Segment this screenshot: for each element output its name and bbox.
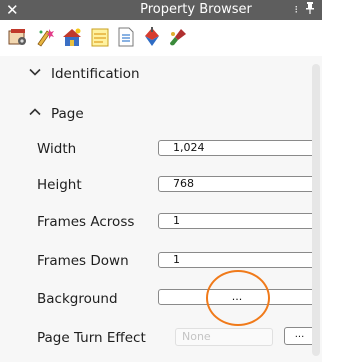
height-label: Height	[37, 177, 82, 193]
width-label: Width	[37, 141, 77, 157]
vertical-scrollbar[interactable]	[312, 64, 320, 356]
section-page[interactable]: Page	[0, 97, 322, 131]
toolbar	[0, 20, 322, 56]
frames-down-field[interactable]: 1	[158, 252, 316, 268]
section-label-identification: Identification	[51, 66, 140, 82]
pin-icon[interactable]	[305, 0, 315, 20]
frames-down-label: Frames Down	[37, 253, 129, 269]
chevron-down-icon	[28, 65, 42, 79]
section-identification[interactable]: Identification	[0, 57, 322, 91]
panel-title: Property Browser	[140, 2, 252, 17]
float-icon[interactable]: ⁝	[295, 0, 299, 20]
section-label-page: Page	[51, 106, 84, 122]
background-label: Background	[37, 291, 118, 307]
page-turn-effect-button[interactable]: ...	[284, 327, 315, 345]
frames-across-field[interactable]: 1	[158, 213, 316, 229]
page-setup-icon[interactable]	[7, 26, 29, 48]
background-picker-button[interactable]: ...	[158, 289, 316, 305]
house-scene-icon[interactable]	[61, 26, 83, 48]
property-browser-panel: ✕ Property Browser ⁝ Identification Page…	[0, 0, 322, 362]
width-field[interactable]: 1,024	[158, 140, 316, 156]
height-field[interactable]: 768	[158, 176, 316, 192]
notepad-icon[interactable]	[89, 26, 111, 48]
property-list: Identification Page Width 1,024 Height 7…	[0, 56, 322, 362]
paint-brush-icon[interactable]	[167, 26, 189, 48]
title-bar: ✕ Property Browser ⁝	[0, 0, 322, 20]
diamond-pen-icon[interactable]	[141, 26, 163, 48]
document-list-icon[interactable]	[115, 26, 137, 48]
chevron-up-icon	[28, 105, 42, 119]
page-turn-effect-field: None	[175, 328, 273, 346]
frames-across-label: Frames Across	[37, 214, 135, 230]
page-turn-effect-label: Page Turn Effect	[37, 330, 146, 346]
sparkle-paint-icon[interactable]	[35, 26, 57, 48]
